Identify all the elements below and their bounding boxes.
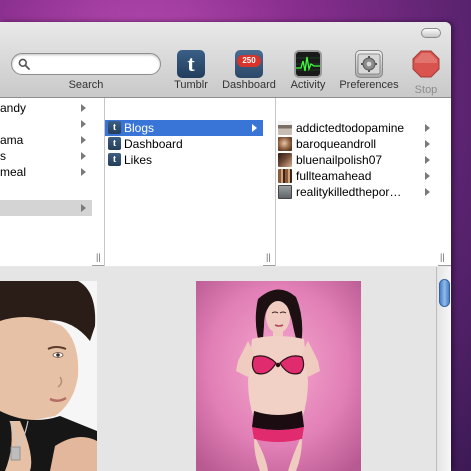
tumblr-t-icon: t [108,137,121,150]
list-item-label: Dashboard [124,137,183,151]
list-item-blog[interactable]: bluenailpolish07 [276,152,438,168]
blog-avatar [278,169,292,183]
list-item-blogs[interactable]: t Blogs [105,120,263,136]
column-resize-handle[interactable]: || [266,253,271,262]
tumblr-icon: t [177,50,205,78]
column-browser: andy ama s meal || t Blogs t Dashboard t… [0,98,451,266]
list-item-dashboard[interactable]: t Dashboard [105,136,263,152]
list-item-likes[interactable]: t Likes [105,152,263,168]
image-viewer [0,267,451,471]
chevron-right-icon [425,172,430,180]
post-photo[interactable] [196,281,361,471]
chevron-right-icon [425,188,430,196]
chevron-right-icon [425,124,430,132]
chevron-right-icon [81,204,86,212]
search-input[interactable] [11,53,161,75]
dashboard-button[interactable]: 250 Dashboard [218,50,280,91]
list-item-label: addictedtodopamine [296,121,405,135]
chevron-right-icon [252,124,257,132]
toolbar: Search t Tumblr 250 Dashboard Activity P… [0,22,451,98]
list-item[interactable]: ama [0,132,92,148]
blog-avatar [278,185,292,199]
vertical-scrollbar[interactable] [436,267,451,471]
browser-column-3: addictedtodopamine baroqueandroll bluena… [276,98,445,266]
list-item-label: bluenailpolish07 [296,153,383,167]
app-window: Search t Tumblr 250 Dashboard Activity P… [0,22,451,471]
blog-avatar [278,153,292,167]
list-item-label: Blogs [124,121,155,135]
column-resize-handle[interactable]: || [96,253,101,262]
dashboard-icon: 250 [235,50,263,78]
blog-avatar [278,137,292,151]
chevron-right-icon [81,136,86,144]
chevron-right-icon [425,140,430,148]
list-item-label: Likes [124,153,153,167]
column-resize-handle[interactable]: || [440,253,445,262]
stop-icon [412,50,440,78]
list-item-label: s [0,149,6,163]
list-item-blog[interactable]: baroqueandroll [276,136,438,152]
list-item-blog[interactable]: realitykilledthepor… [276,184,438,200]
dashboard-label: Dashboard [222,79,276,91]
activity-button[interactable]: Activity [286,50,330,91]
tumblr-t-icon: t [108,121,121,134]
chevron-right-icon [425,156,430,164]
stop-label: Stop [414,84,438,96]
list-item-label: ama [0,133,24,147]
tumblr-t-icon: t [108,153,121,166]
list-item-label: baroqueandroll [296,137,377,151]
preferences-icon [355,50,383,78]
preferences-label: Preferences [339,79,399,91]
list-item-label: meal [0,165,27,179]
search-icon [18,58,30,70]
toolbar-toggle-button[interactable] [421,28,441,38]
activity-label: Activity [290,79,326,91]
activity-monitor-icon [294,50,322,78]
chevron-right-icon [81,168,86,176]
list-item-selected[interactable] [0,200,92,216]
tumblr-button[interactable]: t Tumblr [170,50,212,91]
scrollbar-thumb[interactable] [439,279,450,307]
browser-column-2: t Blogs t Dashboard t Likes || [105,98,271,266]
dashboard-badge: 250 [237,55,261,67]
list-item-blog[interactable]: fullteamahead [276,168,438,184]
list-item[interactable]: andy [0,100,92,116]
list-item[interactable] [0,116,92,132]
list-item[interactable]: meal [0,164,92,180]
post-photo[interactable] [0,281,97,471]
chevron-right-icon [81,152,86,160]
search-label: Search [68,79,104,91]
chevron-right-icon [81,120,86,128]
list-item[interactable]: s [0,148,92,164]
preferences-button[interactable]: Preferences [336,50,402,91]
stop-button[interactable]: Stop [407,50,445,96]
list-item-label: fullteamahead [296,169,372,183]
chevron-right-icon [81,104,86,112]
tumblr-label: Tumblr [174,79,208,91]
search-field[interactable] [11,53,161,75]
list-item-label: realitykilledthepor… [296,185,402,199]
browser-column-1: andy ama s meal || [0,98,101,266]
list-item-blog[interactable]: addictedtodopamine [276,120,438,136]
list-item-label: andy [0,101,27,115]
blog-avatar [278,121,292,135]
